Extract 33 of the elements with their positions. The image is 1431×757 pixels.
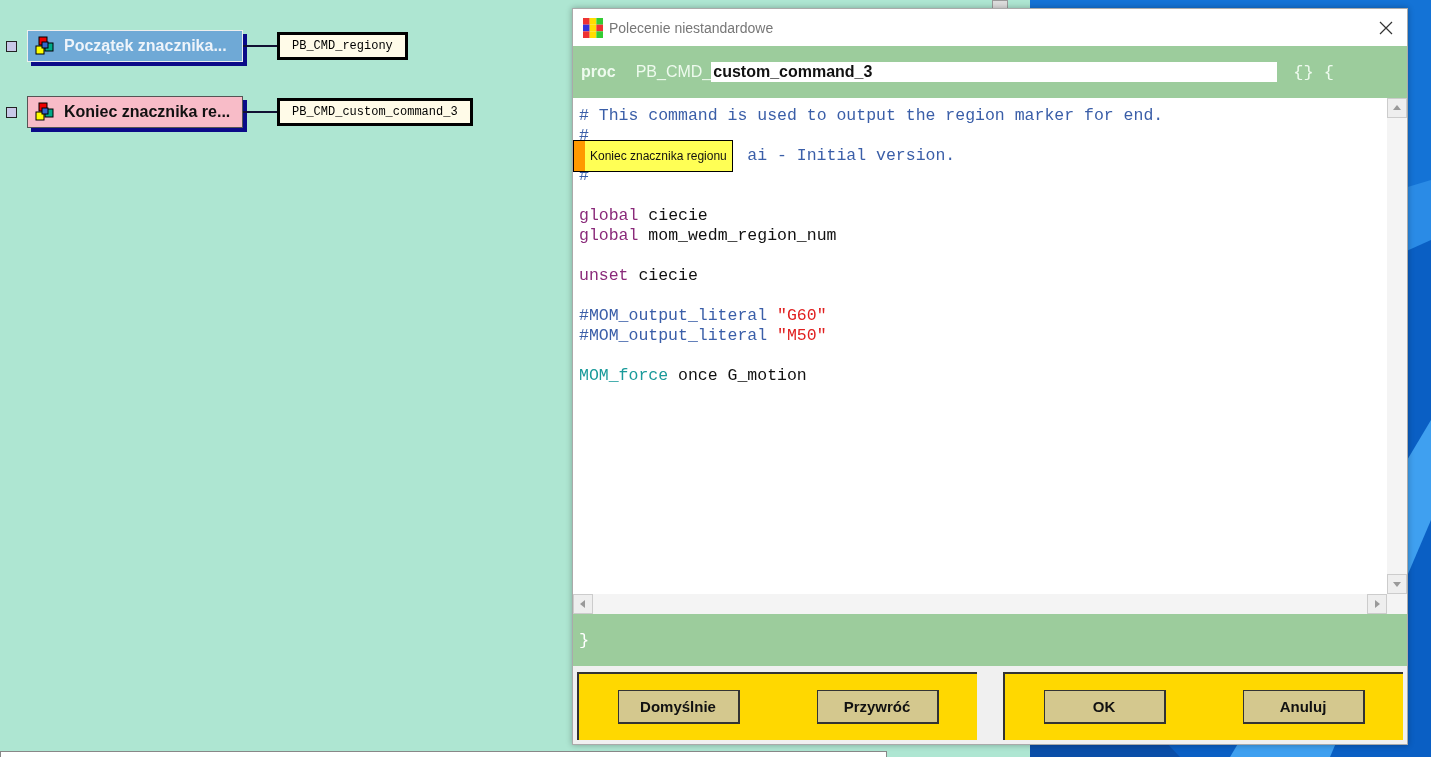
node-label: Początek znacznika... <box>64 37 227 55</box>
window-title: Polecenie niestandardowe <box>609 19 775 36</box>
code-line: global mom_wedm_region_num <box>579 226 837 245</box>
command-label: PB_CMD_custom_command_3 <box>277 98 473 126</box>
code-line: ai - Initial version. <box>747 146 956 165</box>
cubes-icon <box>34 102 56 122</box>
code-line: #MOM_output_literal "G60" <box>579 306 827 325</box>
code-line: MOM_force once G_motion <box>579 366 807 385</box>
proc-prefix: PB_CMD_ <box>635 63 712 81</box>
tooltip: Koniec znacznika regionu <box>573 140 733 172</box>
close-icon[interactable] <box>1379 20 1393 35</box>
collapse-icon[interactable] <box>6 40 17 52</box>
dialog-button[interactable]: Domyślnie <box>617 690 740 724</box>
cubes-icon <box>34 36 56 56</box>
code-line: unset ciecie <box>579 266 698 285</box>
connector-line <box>243 45 277 47</box>
command-label: PB_CMD_regiony <box>277 32 408 60</box>
braces-label: {} { <box>1293 62 1335 82</box>
collapse-icon[interactable] <box>6 106 17 118</box>
app-icon <box>583 17 603 38</box>
dialog-button[interactable]: OK <box>1043 690 1166 724</box>
dialog-button[interactable]: Anuluj <box>1242 690 1365 724</box>
code-line: global ciecie <box>579 206 708 225</box>
closing-brace: } <box>579 630 590 650</box>
proc-keyword: proc <box>581 63 616 81</box>
code-line: # This command is used to output the region marker for end. <box>579 106 1164 125</box>
connector-line <box>243 111 277 113</box>
code-line: #MOM_output_literal "M50" <box>579 326 827 345</box>
node-label: Koniec znacznika re... <box>64 103 231 121</box>
horizontal-scrollbar[interactable] <box>573 594 1407 614</box>
dialog-button[interactable]: Przywróć <box>816 690 939 724</box>
vertical-scrollbar[interactable] <box>1387 98 1407 594</box>
name-field[interactable]: custom_command_3 <box>711 62 1278 82</box>
